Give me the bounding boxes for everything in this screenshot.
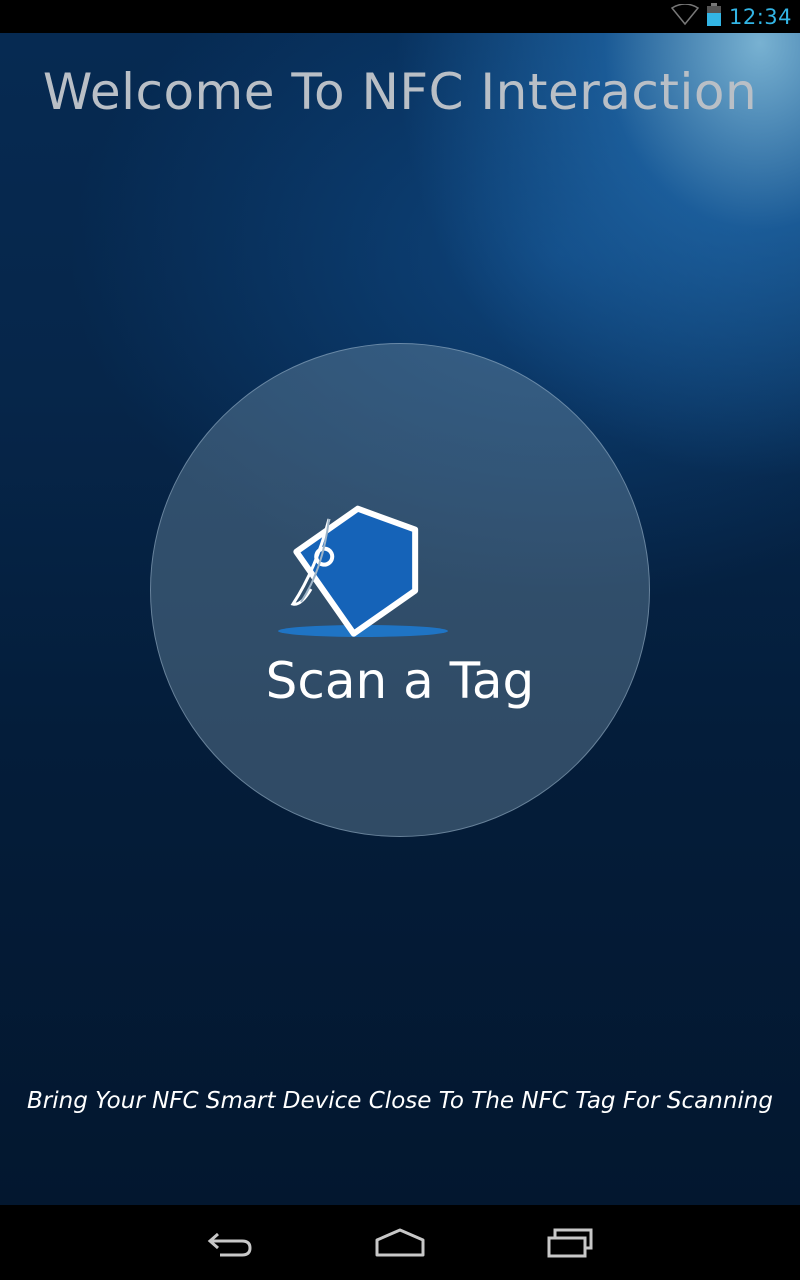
page-title: Welcome To NFC Interaction [42, 63, 758, 121]
home-icon [375, 1228, 425, 1257]
status-icons: 12:34 [670, 0, 792, 33]
navigation-bar [0, 1205, 800, 1280]
clock: 12:34 [728, 4, 792, 29]
back-button[interactable] [200, 1221, 260, 1265]
scan-tag-label: Scan a Tag [265, 652, 535, 710]
scan-tag-button[interactable]: Scan a Tag [150, 343, 650, 837]
home-button[interactable] [370, 1221, 430, 1265]
app-screen: Welcome To NFC Interaction Scan a Tag Br… [0, 33, 800, 1205]
scan-instructions: Bring Your NFC Smart Device Close To The… [27, 1088, 773, 1114]
recent-apps-icon [547, 1228, 593, 1258]
back-icon [207, 1232, 252, 1257]
nfc-tag-icon [278, 505, 448, 637]
wifi-icon [670, 2, 700, 30]
status-bar: 12:34 [0, 0, 800, 33]
battery-icon [706, 2, 721, 31]
recent-apps-button[interactable] [540, 1221, 600, 1265]
